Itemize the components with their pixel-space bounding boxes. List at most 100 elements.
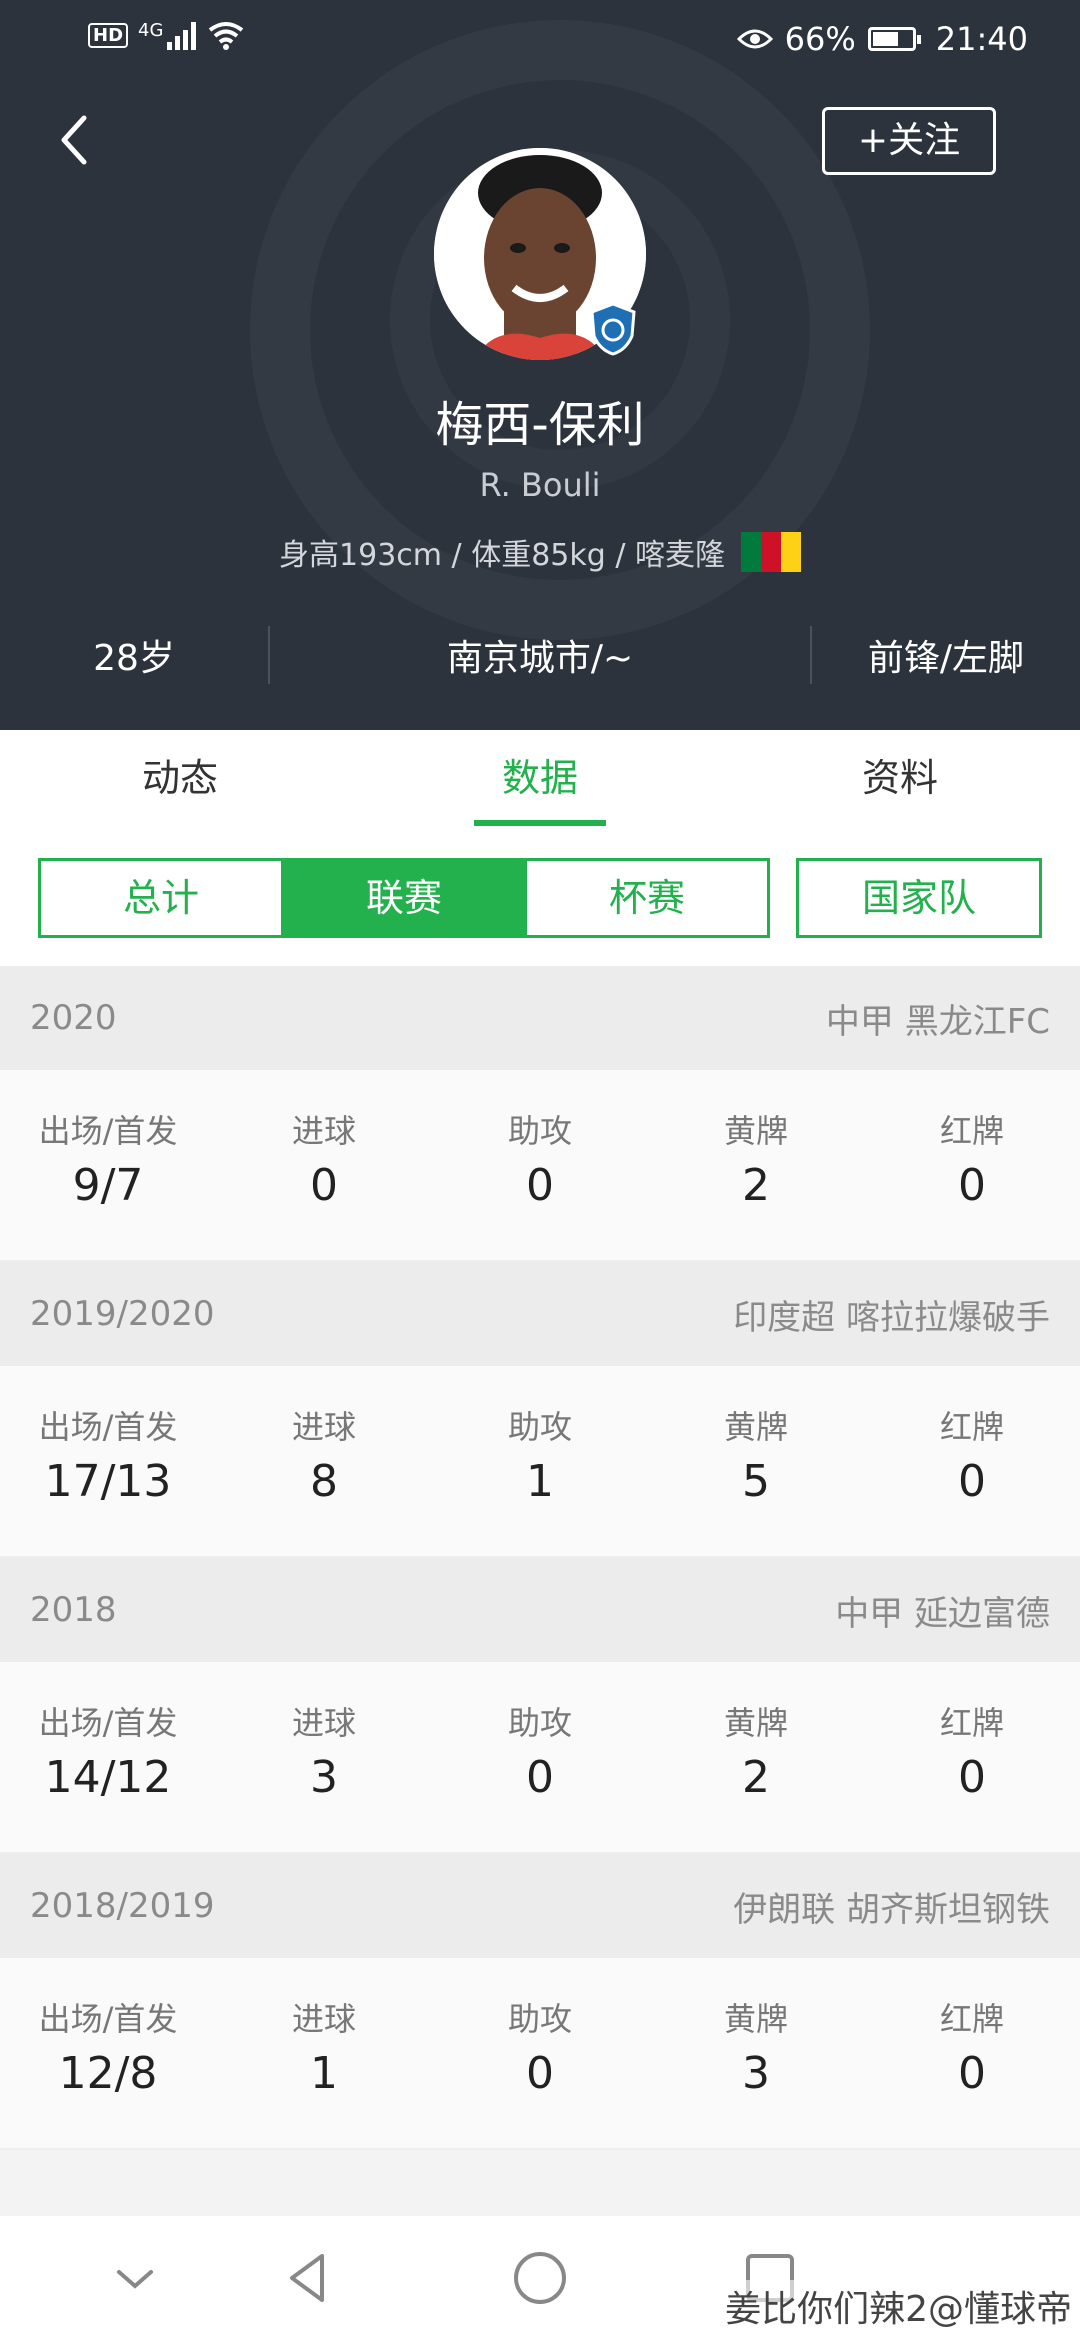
signal-icon	[167, 20, 197, 50]
tab-feed[interactable]: 动态	[0, 730, 360, 826]
stat-value: 17/13	[44, 1456, 172, 1507]
stat-cell: 红牌 0	[864, 1662, 1080, 1852]
stat-label: 红牌	[939, 1704, 1004, 1742]
status-bar: HD 4G 66% 21:40	[0, 0, 1080, 80]
stat-value: 0	[958, 1752, 986, 1803]
stat-value: 8	[310, 1456, 338, 1507]
stat-cell: 红牌 0	[864, 1366, 1080, 1556]
stat-cell: 助攻 0	[432, 1958, 648, 2148]
stat-label: 出场/首发	[38, 2000, 178, 2038]
stat-label: 黄牌	[723, 1408, 788, 1446]
season-header: 2018/2019 伊朗联 胡齐斯坦钢铁	[0, 1854, 1080, 1958]
stat-cell: 出场/首发 17/13	[0, 1366, 216, 1556]
season-year: 2020	[30, 998, 117, 1038]
season-header: 2018 中甲 延边富德	[0, 1558, 1080, 1662]
season-list: 2020 中甲 黑龙江FC 出场/首发 9/7 进球 0 助攻 0 黄牌 2 红牌 0 2019/202…	[0, 966, 1080, 2150]
watermark: 姜比你们辣2@懂球帝	[725, 2280, 1072, 2332]
season-club: 伊朗联 胡齐斯坦钢铁	[733, 1889, 1050, 1930]
cameroon-flag-icon	[740, 532, 801, 572]
stat-value: 12/8	[58, 2048, 158, 2099]
stat-cell: 助攻 0	[432, 1662, 648, 1852]
stat-value: 1	[310, 2048, 338, 2099]
sub-tab-cup[interactable]: 杯赛	[524, 861, 767, 935]
stat-label: 红牌	[939, 2000, 1004, 2038]
season-stats-row: 出场/首发 17/13 进球 8 助攻 1 黄牌 5 红牌 0	[0, 1366, 1080, 1558]
tab-profile[interactable]: 资料	[720, 730, 1080, 826]
stat-cell: 黄牌 2	[648, 1070, 864, 1260]
stat-label: 出场/首发	[38, 1704, 178, 1742]
sub-tab-league[interactable]: 联赛	[281, 861, 524, 935]
stat-cell: 黄牌 5	[648, 1366, 864, 1556]
stat-cell: 进球 0	[216, 1070, 432, 1260]
stat-value: 14/12	[44, 1752, 172, 1803]
stat-cell: 出场/首发 14/12	[0, 1662, 216, 1852]
stat-label: 黄牌	[723, 1704, 788, 1742]
stat-label: 出场/首发	[38, 1112, 178, 1150]
stat-value: 0	[958, 1456, 986, 1507]
stat-cell: 出场/首发 12/8	[0, 1958, 216, 2148]
battery-icon	[867, 27, 921, 51]
season-club: 印度超 喀拉拉爆破手	[733, 1297, 1050, 1338]
stat-label: 红牌	[939, 1112, 1004, 1150]
stat-value: 2	[742, 1160, 770, 1211]
player-name: 梅西-保利	[435, 397, 645, 453]
player-info-row: 28岁 南京城市/~ 前锋/左脚	[0, 610, 1080, 700]
season-header: 2020 中甲 黑龙江FC	[0, 966, 1080, 1070]
stat-value: 0	[310, 1160, 338, 1211]
club-badge-icon	[590, 302, 636, 356]
stat-cell: 红牌 0	[864, 1070, 1080, 1260]
player-age: 28岁	[93, 638, 175, 679]
competition-segment: 总计 联赛 杯赛	[38, 858, 770, 938]
stat-label: 黄牌	[723, 2000, 788, 2038]
nav-back-icon[interactable]	[278, 2248, 338, 2308]
stat-value: 2	[742, 1752, 770, 1803]
stat-value: 0	[958, 2048, 986, 2099]
network-type: 4G	[138, 20, 164, 41]
season-year: 2018/2019	[30, 1886, 215, 1926]
stat-label: 红牌	[939, 1408, 1004, 1446]
player-meta-text: 身高193cm / 体重85kg / 喀麦隆	[279, 538, 725, 573]
player-name-en: R. Bouli	[479, 466, 601, 504]
stat-label: 黄牌	[723, 1112, 788, 1150]
stat-cell: 进球 8	[216, 1366, 432, 1556]
tab-data[interactable]: 数据	[360, 730, 720, 826]
national-team-button[interactable]: 国家队	[796, 858, 1042, 938]
season-year: 2019/2020	[30, 1294, 215, 1334]
stat-value: 0	[526, 2048, 554, 2099]
stat-cell: 红牌 0	[864, 1958, 1080, 2148]
clock: 21:40	[935, 20, 1028, 58]
nav-down-icon[interactable]	[105, 2248, 165, 2308]
stat-value: 1	[526, 1456, 554, 1507]
season-year: 2018	[30, 1590, 117, 1630]
season-club: 中甲 延边富德	[835, 1593, 1050, 1634]
stat-value: 0	[526, 1752, 554, 1803]
stat-value: 3	[310, 1752, 338, 1803]
season-stats-row: 出场/首发 12/8 进球 1 助攻 0 黄牌 3 红牌 0	[0, 1958, 1080, 2150]
player-meta: 身高193cm / 体重85kg / 喀麦隆	[0, 530, 1080, 574]
stat-cell: 进球 3	[216, 1662, 432, 1852]
stat-label: 进球	[291, 2000, 356, 2038]
stat-value: 0	[526, 1160, 554, 1211]
sub-tab-total[interactable]: 总计	[41, 861, 281, 935]
stat-cell: 黄牌 3	[648, 1958, 864, 2148]
stat-cell: 出场/首发 9/7	[0, 1070, 216, 1260]
player-position: 前锋/左脚	[867, 638, 1025, 679]
follow-button[interactable]: +关注	[822, 107, 996, 175]
main-tabs: 动态 数据 资料	[0, 730, 1080, 826]
player-club: 南京城市/~	[446, 638, 634, 679]
eye-icon	[736, 29, 773, 49]
stat-label: 助攻	[507, 1112, 572, 1150]
wifi-icon	[209, 22, 244, 50]
stat-label: 进球	[291, 1408, 356, 1446]
season-header: 2019/2020 印度超 喀拉拉爆破手	[0, 1262, 1080, 1366]
stat-value: 5	[742, 1456, 770, 1507]
season-club: 中甲 黑龙江FC	[825, 1001, 1050, 1042]
stat-label: 出场/首发	[38, 1408, 178, 1446]
back-arrow-icon[interactable]	[52, 110, 102, 170]
battery-percent: 66%	[784, 20, 856, 58]
stat-cell: 进球 1	[216, 1958, 432, 2148]
nav-home-icon[interactable]	[510, 2248, 570, 2308]
stat-label: 助攻	[507, 2000, 572, 2038]
stat-value: 0	[958, 1160, 986, 1211]
stat-label: 助攻	[507, 1408, 572, 1446]
